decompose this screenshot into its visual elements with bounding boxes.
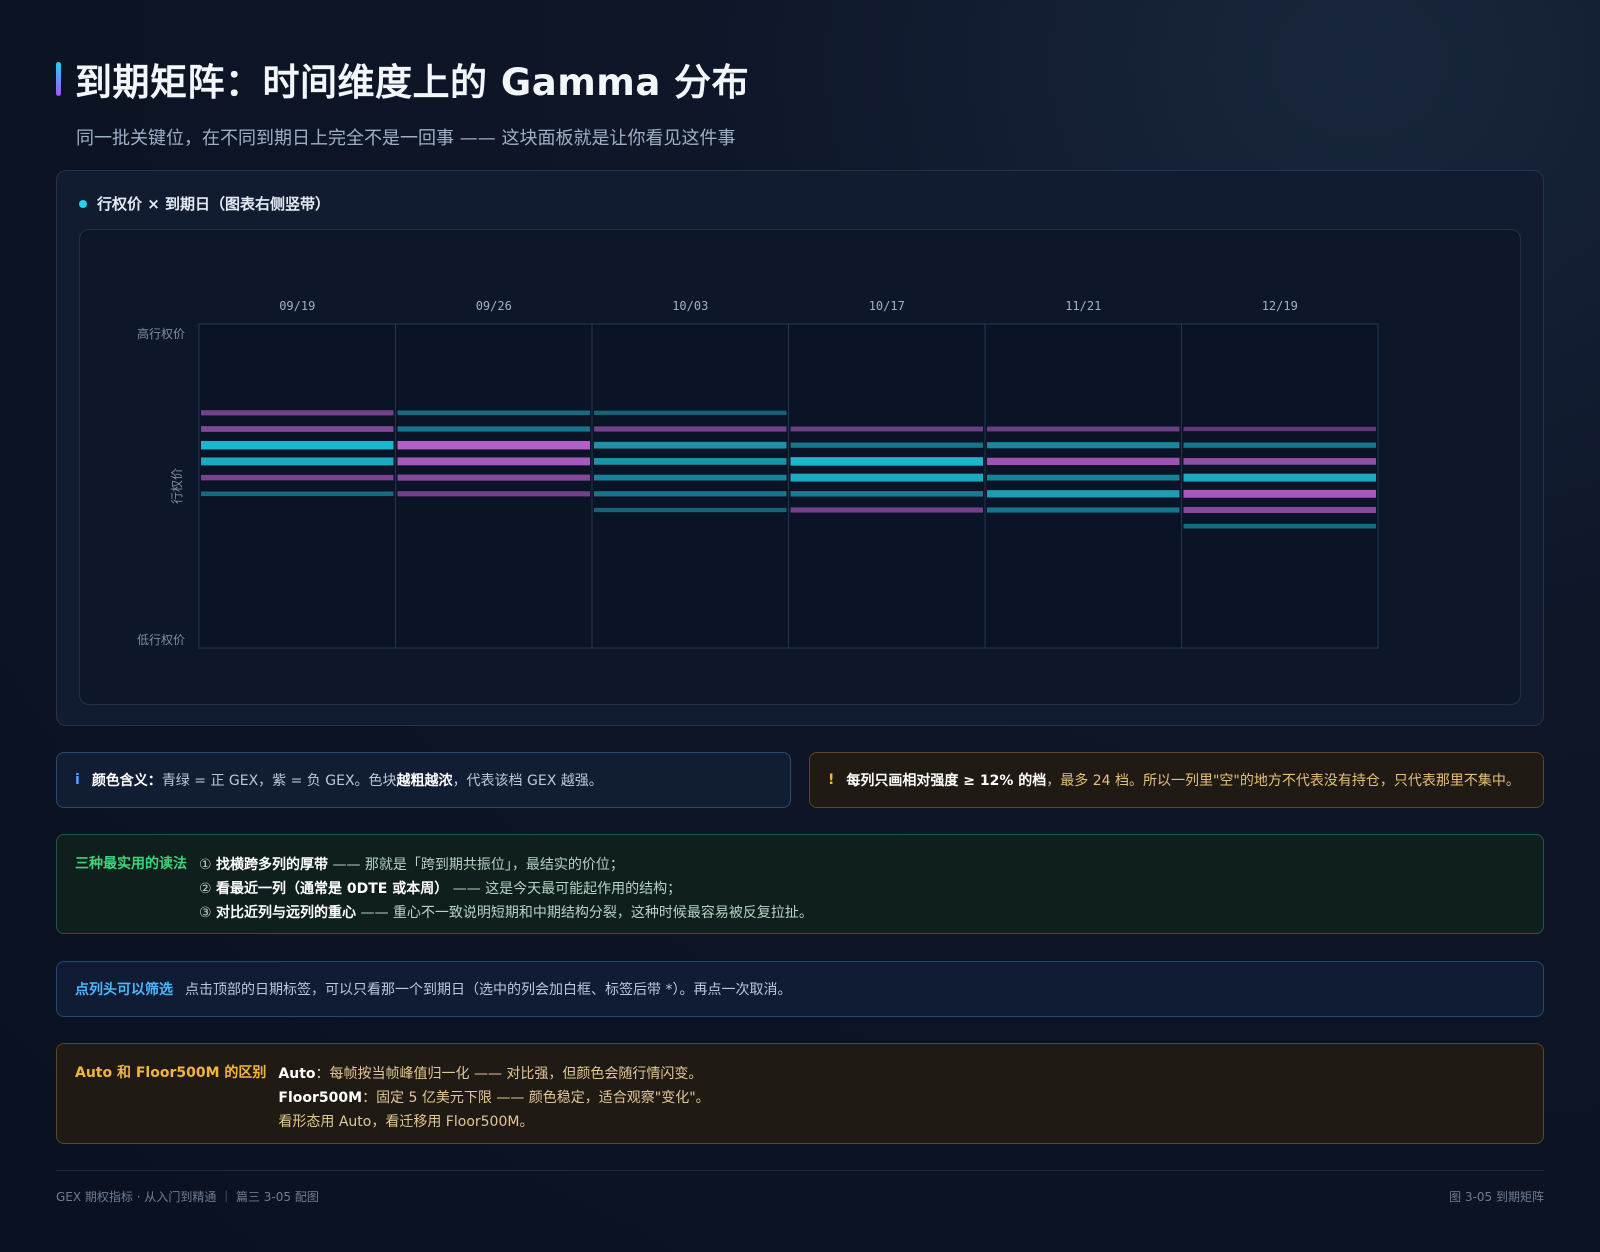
column-header-09-19[interactable]: 09/19 bbox=[279, 299, 315, 313]
gex-band-negative bbox=[594, 426, 787, 432]
color-meaning-text2: ，代表该档 GEX 越强。 bbox=[452, 773, 603, 789]
gex-band-negative bbox=[397, 440, 590, 450]
gex-band-negative bbox=[987, 457, 1180, 466]
mode-floor-line: Floor500M：固定 5 亿美元下限 —— 颜色稳定，适合观察"变化"。 bbox=[278, 1086, 709, 1110]
gex-band-negative bbox=[1183, 458, 1376, 465]
reading-method-3-num: ③ bbox=[199, 905, 212, 921]
reading-method-2-text: —— 这是今天最可能起作用的结构； bbox=[448, 881, 682, 897]
mode-diff-callout: Auto 和 Floor500M 的区别 Auto：每帧按当帧峰值归一化 —— … bbox=[56, 1043, 1544, 1144]
reading-method-1: ① 找横跨多列的厚带 —— 那就是「跨到期共振位」，最结实的价位； bbox=[199, 853, 813, 877]
gex-band-positive bbox=[1183, 523, 1376, 529]
reading-methods-lead: 三种最实用的读法 bbox=[75, 856, 187, 872]
reading-method-3-bold: 对比近列与远列的重心 bbox=[216, 905, 357, 921]
mode-diff-lead: Auto 和 Floor500M 的区别 bbox=[75, 1065, 267, 1081]
color-meaning-emph: 越粗越浓 bbox=[396, 773, 453, 789]
gex-band-positive bbox=[987, 474, 1180, 481]
column-filter-text: 点击顶部的日期标签，可以只看那一个到期日（选中的列会加白框、标签后带 *）。再点… bbox=[185, 982, 792, 998]
reading-methods-callout: 三种最实用的读法 ① 找横跨多列的厚带 —— 那就是「跨到期共振位」，最结实的价… bbox=[56, 834, 1544, 934]
title-accent-bar bbox=[56, 62, 61, 96]
y-axis-label: 行权价 bbox=[170, 468, 184, 504]
y-top-label: 高行权价 bbox=[137, 326, 185, 341]
gex-band-positive bbox=[1183, 442, 1376, 448]
gex-band-positive bbox=[201, 491, 394, 497]
gex-band-negative bbox=[1183, 426, 1376, 432]
gex-band-negative bbox=[201, 474, 394, 481]
mode-summary-line: 看形态用 Auto，看迁移用 Floor500M。 bbox=[278, 1114, 534, 1130]
panel-label: 行权价 × 到期日（图表右侧竖带） bbox=[79, 193, 330, 214]
bullet-dot-icon bbox=[79, 199, 87, 208]
gex-band-positive bbox=[201, 457, 394, 466]
gex-band-positive bbox=[594, 441, 787, 449]
header: 到期矩阵：时间维度上的 Gamma 分布 同一批关键位，在不同到期日上完全不是一… bbox=[56, 52, 749, 150]
chart-container: 09/19 09/26 10/03 10/17 11/21 12/19 高行权价低行权价 行权… bbox=[79, 229, 1521, 705]
gex-band-negative bbox=[397, 491, 590, 497]
gex-band-negative bbox=[1183, 489, 1376, 498]
threshold-warning-callout: ! 每列只画相对强度 ≥ 12% 的档 ，最多 24 档。所以一列里"空"的地方… bbox=[809, 752, 1544, 808]
mode-auto-text: ：每帧按当帧峰值归一化 —— 对比强，但颜色会随行情闪变。 bbox=[315, 1066, 703, 1082]
column-filter-lead: 点列头可以筛选 bbox=[75, 982, 173, 998]
color-meaning-callout: i 颜色含义： 青绿 = 正 GEX，紫 = 负 GEX。色块 越粗越浓 ，代表… bbox=[56, 752, 791, 808]
gex-band-negative bbox=[201, 426, 394, 432]
threshold-warning-text: ，最多 24 档。所以一列里"空"的地方不代表没有持仓，只代表那里不集中。 bbox=[1046, 773, 1520, 789]
mode-auto-bold: Auto bbox=[278, 1066, 316, 1082]
gex-band-positive bbox=[594, 474, 787, 481]
footer-right: 图 3-05 到期矩阵 bbox=[1449, 1190, 1544, 1204]
reading-method-1-num: ① bbox=[199, 857, 212, 873]
gex-band-negative bbox=[1183, 506, 1376, 514]
info-icon: i bbox=[75, 772, 80, 788]
threshold-warning-lead: 每列只画相对强度 ≥ 12% 的档 bbox=[846, 773, 1047, 789]
title-row: 到期矩阵：时间维度上的 Gamma 分布 bbox=[56, 52, 749, 106]
gex-band-positive bbox=[397, 410, 590, 416]
page-title: 到期矩阵：时间维度上的 Gamma 分布 bbox=[75, 61, 750, 104]
column-header-12-19[interactable]: 12/19 bbox=[1262, 299, 1298, 313]
gex-band-positive bbox=[594, 507, 787, 513]
gex-band-negative bbox=[201, 410, 394, 416]
gex-band-positive bbox=[1183, 473, 1376, 482]
gex-band-positive bbox=[790, 442, 983, 448]
reading-method-1-bold: 找横跨多列的厚带 bbox=[216, 857, 329, 873]
gex-band-positive bbox=[201, 440, 394, 450]
gex-band-negative bbox=[397, 457, 590, 466]
gex-band-negative bbox=[397, 474, 590, 481]
reading-method-2: ② 看最近一列（通常是 0DTE 或本周） —— 这是今天最可能起作用的结构； bbox=[199, 877, 813, 901]
gex-band-negative bbox=[987, 426, 1180, 432]
mode-floor-text: ：固定 5 亿美元下限 —— 颜色稳定，适合观察"变化"。 bbox=[362, 1090, 710, 1106]
column-header-11-21[interactable]: 11/21 bbox=[1065, 299, 1101, 313]
reading-method-2-num: ② bbox=[199, 881, 212, 897]
gex-band-positive bbox=[594, 491, 787, 497]
color-meaning-text1: 青绿 = 正 GEX，紫 = 负 GEX。色块 bbox=[161, 773, 397, 789]
gex-band-negative bbox=[790, 426, 983, 432]
mode-floor-bold: Floor500M bbox=[278, 1090, 363, 1106]
mode-diff-lines: Auto：每帧按当帧峰值归一化 —— 对比强，但颜色会随行情闪变。 Floor5… bbox=[278, 1062, 709, 1130]
column-header-10-17[interactable]: 10/17 bbox=[869, 299, 905, 313]
reading-method-1-text: —— 那就是「跨到期共振位」，最结实的价位； bbox=[328, 857, 624, 873]
reading-methods-lines: ① 找横跨多列的厚带 —— 那就是「跨到期共振位」，最结实的价位； ② 看最近一… bbox=[199, 853, 813, 921]
chart-panel: 行权价 × 到期日（图表右侧竖带） 09/19 09/26 10/03 10/17 11… bbox=[56, 170, 1544, 726]
footer-divider bbox=[56, 1170, 1544, 1171]
reading-method-3-text: —— 重心不一致说明短期和中期结构分裂，这种时候最容易被反复拉扯。 bbox=[356, 905, 813, 921]
column-header-09-26[interactable]: 09/26 bbox=[476, 299, 512, 313]
gex-band-negative bbox=[790, 507, 983, 513]
reading-method-3: ③ 对比近列与远列的重心 —— 重心不一致说明短期和中期结构分裂，这种时候最容易… bbox=[199, 901, 813, 925]
gex-band-positive bbox=[790, 457, 983, 466]
column-filter-callout: 点列头可以筛选 点击顶部的日期标签，可以只看那一个到期日（选中的列会加白框、标签… bbox=[56, 961, 1544, 1017]
y-bottom-label: 低行权价 bbox=[137, 633, 185, 647]
mode-auto-line: Auto：每帧按当帧峰值归一化 —— 对比强，但颜色会随行情闪变。 bbox=[278, 1062, 709, 1086]
expiry-matrix-chart: 09/19 09/26 10/03 10/17 11/21 12/19 高行权价低行权价 行权… bbox=[137, 299, 1379, 649]
gex-band-positive bbox=[790, 491, 983, 497]
gex-band-positive bbox=[987, 507, 1180, 513]
reading-method-2-bold: 看最近一列（通常是 0DTE 或本周） bbox=[216, 881, 449, 897]
gex-band-positive bbox=[987, 442, 1180, 449]
color-meaning-lead: 颜色含义： bbox=[91, 773, 162, 789]
gex-band-positive bbox=[594, 458, 787, 465]
footer-left: GEX 期权指标 · 从入门到精通 ｜ 篇三 3-05 配图 bbox=[56, 1190, 319, 1204]
gex-band-positive bbox=[790, 473, 983, 482]
gex-band-positive bbox=[594, 410, 787, 415]
gex-band-positive bbox=[987, 490, 1180, 498]
gex-band-positive bbox=[397, 426, 590, 432]
warning-icon: ! bbox=[828, 772, 835, 788]
panel-label-text: 行权价 × 到期日（图表右侧竖带） bbox=[97, 195, 331, 213]
page-subtitle: 同一批关键位，在不同到期日上完全不是一回事 —— 这块面板就是让你看见这件事 bbox=[76, 128, 736, 149]
column-header-10-03[interactable]: 10/03 bbox=[672, 299, 708, 313]
